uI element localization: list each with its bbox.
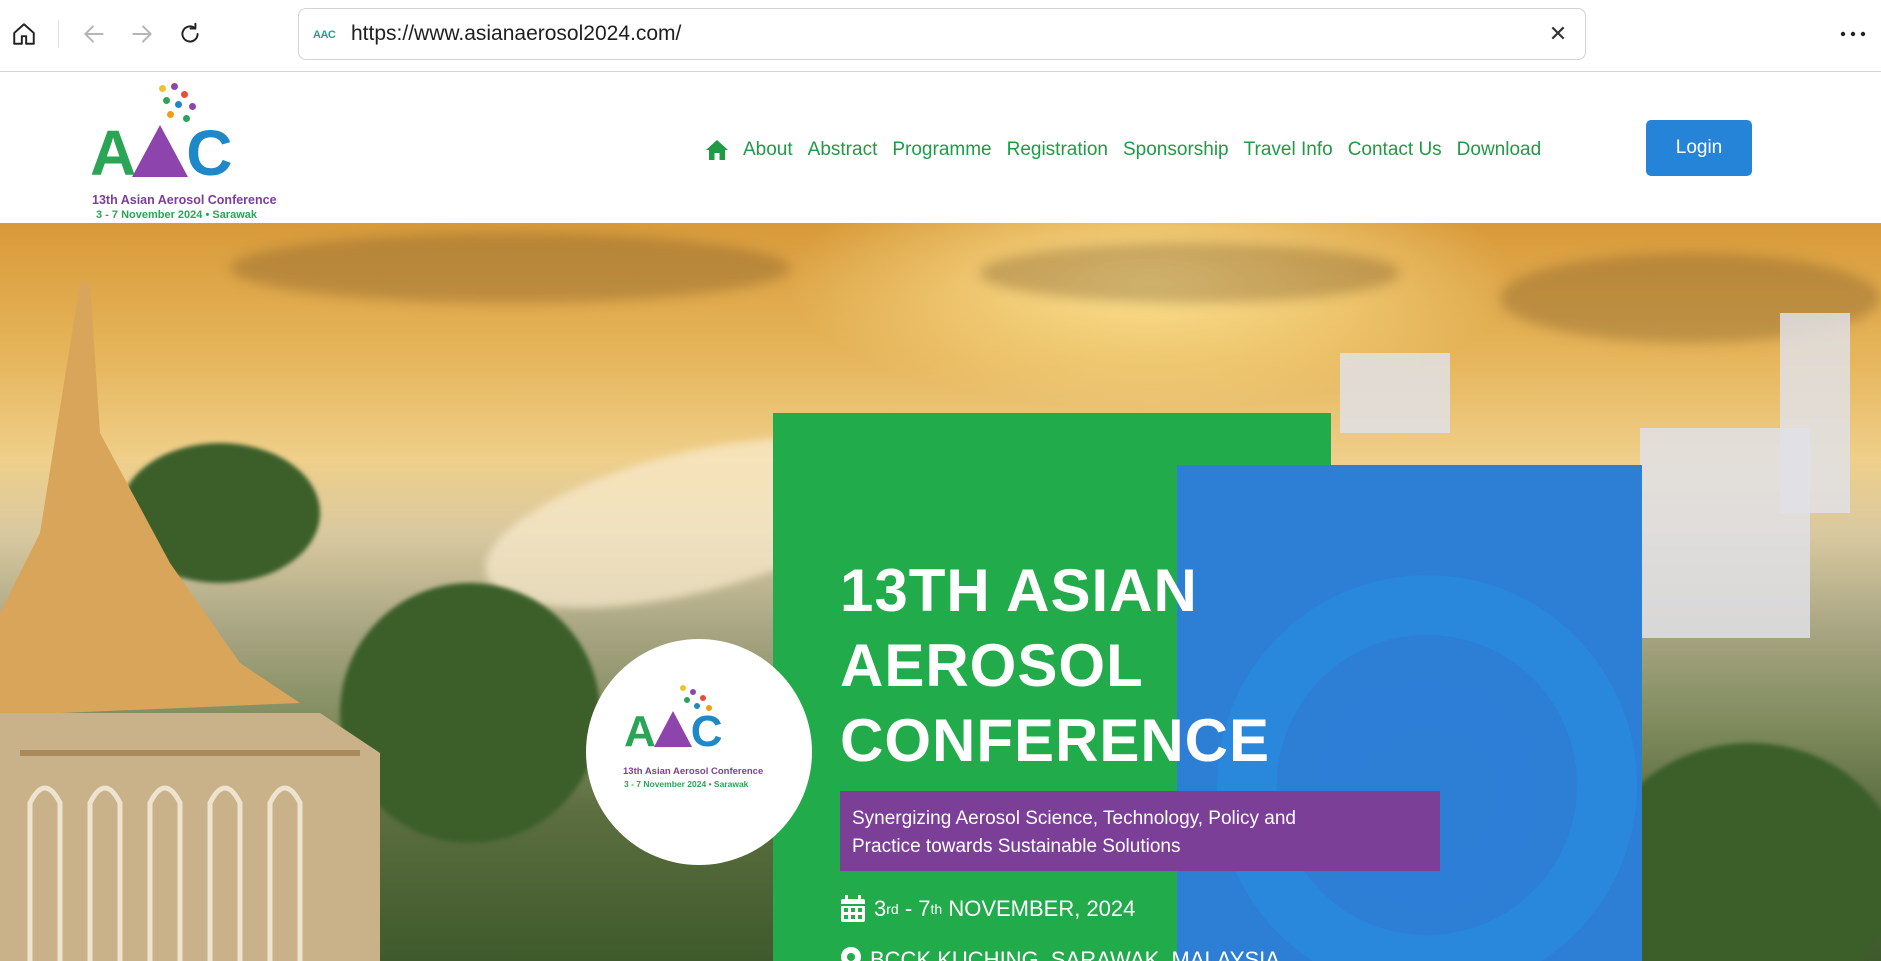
browser-menu-button[interactable] xyxy=(1837,18,1869,50)
date-start-day: 3 xyxy=(874,896,887,921)
hero-building xyxy=(1340,353,1450,433)
badge-letter-a: A xyxy=(624,707,656,756)
logo-conference-dates: 3 - 7 November 2024 • Sarawak xyxy=(96,209,257,221)
nav-sponsorship[interactable]: Sponsorship xyxy=(1123,139,1229,161)
tagline-line: Synergizing Aerosol Science, Technology,… xyxy=(852,808,1296,829)
home-icon xyxy=(13,23,35,45)
nav-abstract[interactable]: Abstract xyxy=(808,139,878,161)
hero-logo-badge: AC 13th Asian Aerosol Conference 3 - 7 N… xyxy=(586,639,812,865)
browser-toolbar: AAC https://www.asianaerosol2024.com/ ✕ xyxy=(0,0,1881,72)
hero-trees xyxy=(1600,743,1881,961)
hero-title-line: AEROSOL xyxy=(840,632,1144,699)
site-favicon: AAC xyxy=(313,29,336,41)
nav-home[interactable] xyxy=(705,139,729,161)
toolbar-divider xyxy=(58,20,59,48)
date-separator: - xyxy=(898,896,919,921)
hero-tagline: Synergizing Aerosol Science, Technology,… xyxy=(840,791,1440,871)
logo-wordmark: AC xyxy=(90,117,232,189)
logo-letter-a: A xyxy=(90,117,136,189)
nav-about[interactable]: About xyxy=(743,139,793,161)
hero-building xyxy=(1780,313,1850,513)
badge-wordmark: AC xyxy=(624,707,723,757)
logo-triangle xyxy=(132,125,189,177)
main-nav: About Abstract Programme Registration Sp… xyxy=(705,135,1556,165)
event-venue: BCCK KUCHING, SARAWAK, MALAYSIA xyxy=(840,945,1280,961)
hero-title-line: 13TH ASIAN xyxy=(840,557,1198,624)
hero-title-line: CONFERENCE xyxy=(840,707,1271,774)
site-logo[interactable]: AC 13th Asian Aerosol Conference 3 - 7 N… xyxy=(90,83,280,221)
map-pin-icon xyxy=(841,947,861,961)
logo-conference-name: 13th Asian Aerosol Conference xyxy=(92,193,277,207)
nav-download[interactable]: Download xyxy=(1457,139,1542,161)
logo-letter-c: C xyxy=(186,117,232,189)
hero-dome-building xyxy=(0,283,380,961)
nav-registration[interactable]: Registration xyxy=(1007,139,1108,161)
reload-icon xyxy=(181,22,199,43)
site-header: AC 13th Asian Aerosol Conference 3 - 7 N… xyxy=(0,73,1881,223)
address-bar[interactable]: AAC https://www.asianaerosol2024.com/ ✕ xyxy=(298,8,1586,60)
arrow-left-icon xyxy=(84,25,104,43)
hero-banner: AC 13th Asian Aerosol Conference 3 - 7 N… xyxy=(0,223,1881,961)
date-month-year: NOVEMBER, 2024 xyxy=(942,896,1136,921)
nav-contact-us[interactable]: Contact Us xyxy=(1348,139,1442,161)
venue-text: BCCK KUCHING, SARAWAK, MALAYSIA xyxy=(870,947,1280,961)
more-horizontal-icon xyxy=(1840,31,1866,37)
arrow-right-icon xyxy=(132,25,152,43)
hero-cloud xyxy=(980,243,1400,303)
browser-home-button[interactable] xyxy=(6,16,42,52)
badge-triangle xyxy=(653,711,692,747)
nav-travel-info[interactable]: Travel Info xyxy=(1244,139,1333,161)
hero-title: 13TH ASIAN AEROSOL CONFERENCE xyxy=(840,553,1400,778)
badge-letter-c: C xyxy=(690,707,723,756)
clear-url-button[interactable]: ✕ xyxy=(1545,21,1571,47)
badge-conference-name: 13th Asian Aerosol Conference xyxy=(623,766,764,777)
tagline-line: Practice towards Sustainable Solutions xyxy=(852,836,1181,857)
browser-reload-button[interactable] xyxy=(172,16,208,52)
calendar-icon xyxy=(841,895,865,922)
login-button[interactable]: Login xyxy=(1646,120,1752,176)
badge-conference-dates: 3 - 7 November 2024 • Sarawak xyxy=(624,779,749,789)
browser-back-button[interactable] xyxy=(76,16,112,52)
home-icon xyxy=(706,140,728,160)
event-date: 3rd - 7th NOVEMBER, 2024 xyxy=(840,891,1135,927)
date-end-day: 7 xyxy=(918,896,931,921)
nav-programme[interactable]: Programme xyxy=(892,139,991,161)
browser-forward-button[interactable] xyxy=(124,16,160,52)
url-text[interactable]: https://www.asianaerosol2024.com/ xyxy=(351,22,681,46)
